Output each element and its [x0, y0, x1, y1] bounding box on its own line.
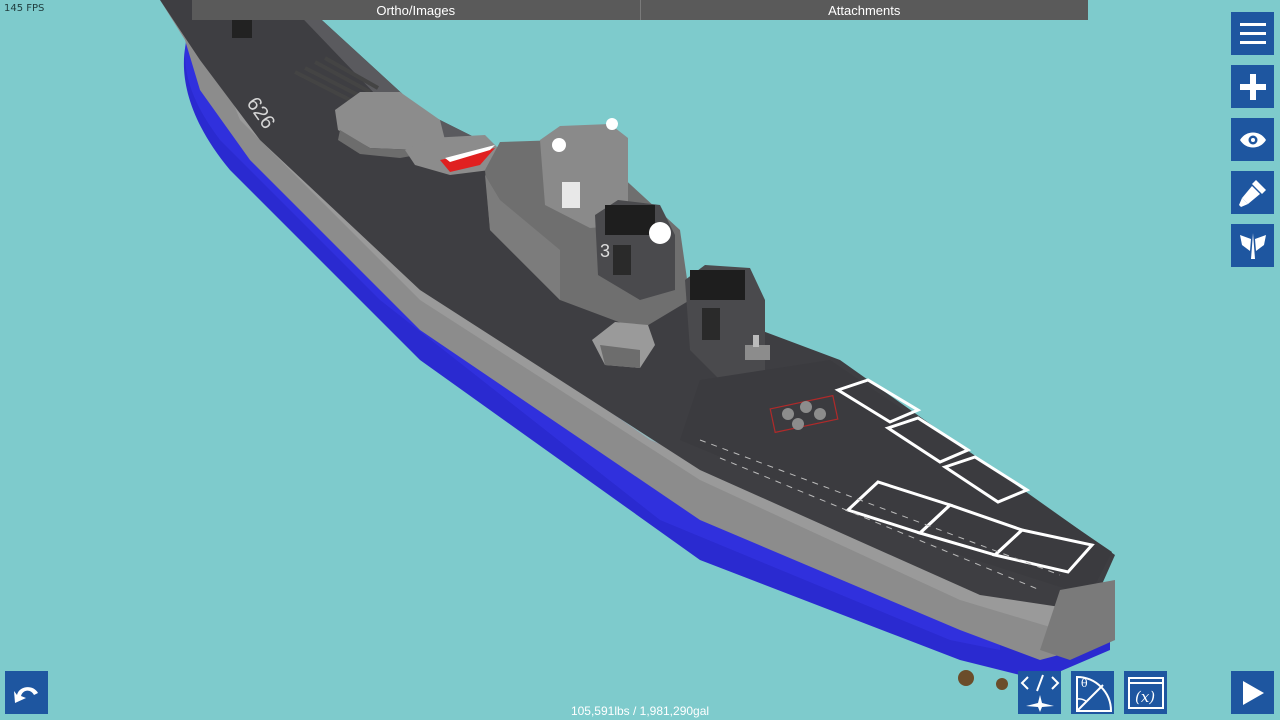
ship-viewport[interactable]: 626 3: [0, 0, 1280, 720]
menu-button[interactable]: [1231, 12, 1274, 55]
ship-model[interactable]: 626 3: [160, 0, 1115, 690]
add-part-icon: [1239, 73, 1266, 100]
tab-ortho-images[interactable]: Ortho/Images: [192, 0, 641, 20]
mass-volume-readout: 105,591lbs / 1,981,290gal: [570, 704, 710, 718]
superstructure-number: 3: [600, 241, 610, 261]
paint-brush-icon: [1238, 179, 1266, 207]
add-part-button[interactable]: [1231, 65, 1274, 108]
fps-counter: 145 FPS: [4, 3, 45, 14]
view-button[interactable]: [1231, 118, 1274, 161]
undo-icon: [13, 686, 38, 703]
top-tab-bar: Ortho/Images Attachments: [192, 0, 1088, 20]
play-icon: [1242, 680, 1264, 705]
menu-icon: [1239, 22, 1266, 44]
svg-text:(x): (x): [1135, 688, 1155, 706]
tab-attachments[interactable]: Attachments: [640, 0, 1088, 20]
wing-symmetry-icon: [1239, 232, 1266, 259]
paint-button[interactable]: [1231, 171, 1274, 214]
svg-text:θ: θ: [1081, 677, 1088, 690]
symmetry-button[interactable]: [1231, 224, 1274, 267]
view-icon: [1239, 132, 1266, 147]
